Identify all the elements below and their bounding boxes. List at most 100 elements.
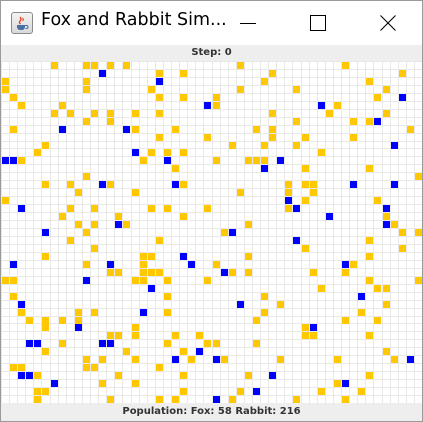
- rabbit-cell: [34, 396, 41, 403]
- rabbit-cell: [253, 340, 260, 347]
- rabbit-cell: [180, 181, 187, 188]
- rabbit-cell: [302, 165, 309, 172]
- fox-cell: [99, 340, 106, 347]
- fox-cell: [132, 149, 139, 156]
- rabbit-cell: [237, 189, 244, 196]
- rabbit-cell: [42, 253, 49, 260]
- fox-cell: [277, 157, 284, 164]
- rabbit-cell: [132, 189, 139, 196]
- rabbit-cell: [2, 86, 9, 93]
- rabbit-cell: [221, 229, 228, 236]
- rabbit-cell: [10, 94, 17, 101]
- fox-cell: [293, 205, 300, 212]
- rabbit-cell: [42, 348, 49, 355]
- rabbit-cell: [148, 269, 155, 276]
- rabbit-cell: [132, 277, 139, 284]
- rabbit-cell: [204, 134, 211, 141]
- rabbit-cell: [302, 197, 309, 204]
- fox-cell: [10, 157, 17, 164]
- rabbit-cell: [59, 213, 66, 220]
- rabbit-cell: [10, 126, 17, 133]
- fox-cell: [34, 340, 41, 347]
- rabbit-cell: [115, 269, 122, 276]
- rabbit-cell: [140, 157, 147, 164]
- rabbit-cell: [107, 269, 114, 276]
- rabbit-cell: [172, 396, 179, 403]
- rabbit-cell: [107, 396, 114, 403]
- rabbit-cell: [132, 110, 139, 117]
- rabbit-cell: [132, 324, 139, 331]
- rabbit-cell: [350, 118, 357, 125]
- rabbit-cell: [399, 245, 406, 252]
- rabbit-cell: [261, 78, 268, 85]
- rabbit-cell: [213, 340, 220, 347]
- rabbit-cell: [123, 221, 130, 228]
- maximize-button[interactable]: [295, 1, 341, 45]
- rabbit-cell: [293, 396, 300, 403]
- rabbit-cell: [34, 372, 41, 379]
- rabbit-cell: [383, 213, 390, 220]
- fox-cell: [383, 205, 390, 212]
- rabbit-cell: [99, 356, 106, 363]
- rabbit-cell: [277, 301, 284, 308]
- rabbit-cell: [310, 332, 317, 339]
- rabbit-cell: [99, 380, 106, 387]
- rabbit-cell: [156, 364, 163, 371]
- rabbit-cell: [75, 317, 82, 324]
- rabbit-cell: [366, 253, 373, 260]
- rabbit-cell: [42, 317, 49, 324]
- fox-cell: [213, 356, 220, 363]
- rabbit-cell: [415, 173, 422, 180]
- rabbit-cell: [285, 181, 292, 188]
- fox-cell: [26, 340, 33, 347]
- fox-cell: [213, 396, 220, 403]
- rabbit-cell: [75, 189, 82, 196]
- fox-cell: [156, 78, 163, 85]
- rabbit-cell: [342, 62, 349, 69]
- fox-cell: [391, 142, 398, 149]
- rabbit-cell: [156, 94, 163, 101]
- rabbit-cell: [148, 149, 155, 156]
- rabbit-cell: [140, 269, 147, 276]
- rabbit-cell: [91, 62, 98, 69]
- rabbit-cell: [67, 181, 74, 188]
- rabbit-cell: [277, 356, 284, 363]
- rabbit-cell: [310, 181, 317, 188]
- rabbit-cell: [91, 364, 98, 371]
- rabbit-cell: [293, 86, 300, 93]
- rabbit-cell: [302, 181, 309, 188]
- rabbit-cell: [245, 372, 252, 379]
- title-bar[interactable]: Fox and Rabbit Sim...: [1, 1, 422, 45]
- rabbit-cell: [164, 293, 171, 300]
- rabbit-cell: [148, 86, 155, 93]
- rabbit-cell: [310, 269, 317, 276]
- rabbit-cell: [253, 126, 260, 133]
- rabbit-cell: [358, 388, 365, 395]
- rabbit-cell: [172, 332, 179, 339]
- rabbit-cell: [172, 126, 179, 133]
- rabbit-cell: [391, 356, 398, 363]
- close-button[interactable]: [365, 1, 411, 45]
- fox-cell: [350, 181, 357, 188]
- rabbit-cell: [399, 229, 406, 236]
- rabbit-cell: [107, 332, 114, 339]
- rabbit-cell: [132, 356, 139, 363]
- rabbit-cell: [213, 157, 220, 164]
- rabbit-cell: [2, 277, 9, 284]
- rabbit-cell: [59, 102, 66, 109]
- rabbit-cell: [237, 62, 244, 69]
- rabbit-cell: [366, 237, 373, 244]
- fox-cell: [83, 277, 90, 284]
- rabbit-cell: [261, 157, 268, 164]
- rabbit-cell: [34, 149, 41, 156]
- rabbit-cell: [334, 356, 341, 363]
- rabbit-cell: [180, 149, 187, 156]
- rabbit-cell: [213, 102, 220, 109]
- field-background: [1, 61, 422, 403]
- rabbit-cell: [229, 142, 236, 149]
- minimize-button[interactable]: [225, 1, 271, 45]
- fox-cell: [75, 324, 82, 331]
- rabbit-cell: [148, 205, 155, 212]
- rabbit-cell: [293, 118, 300, 125]
- rabbit-cell: [415, 229, 422, 236]
